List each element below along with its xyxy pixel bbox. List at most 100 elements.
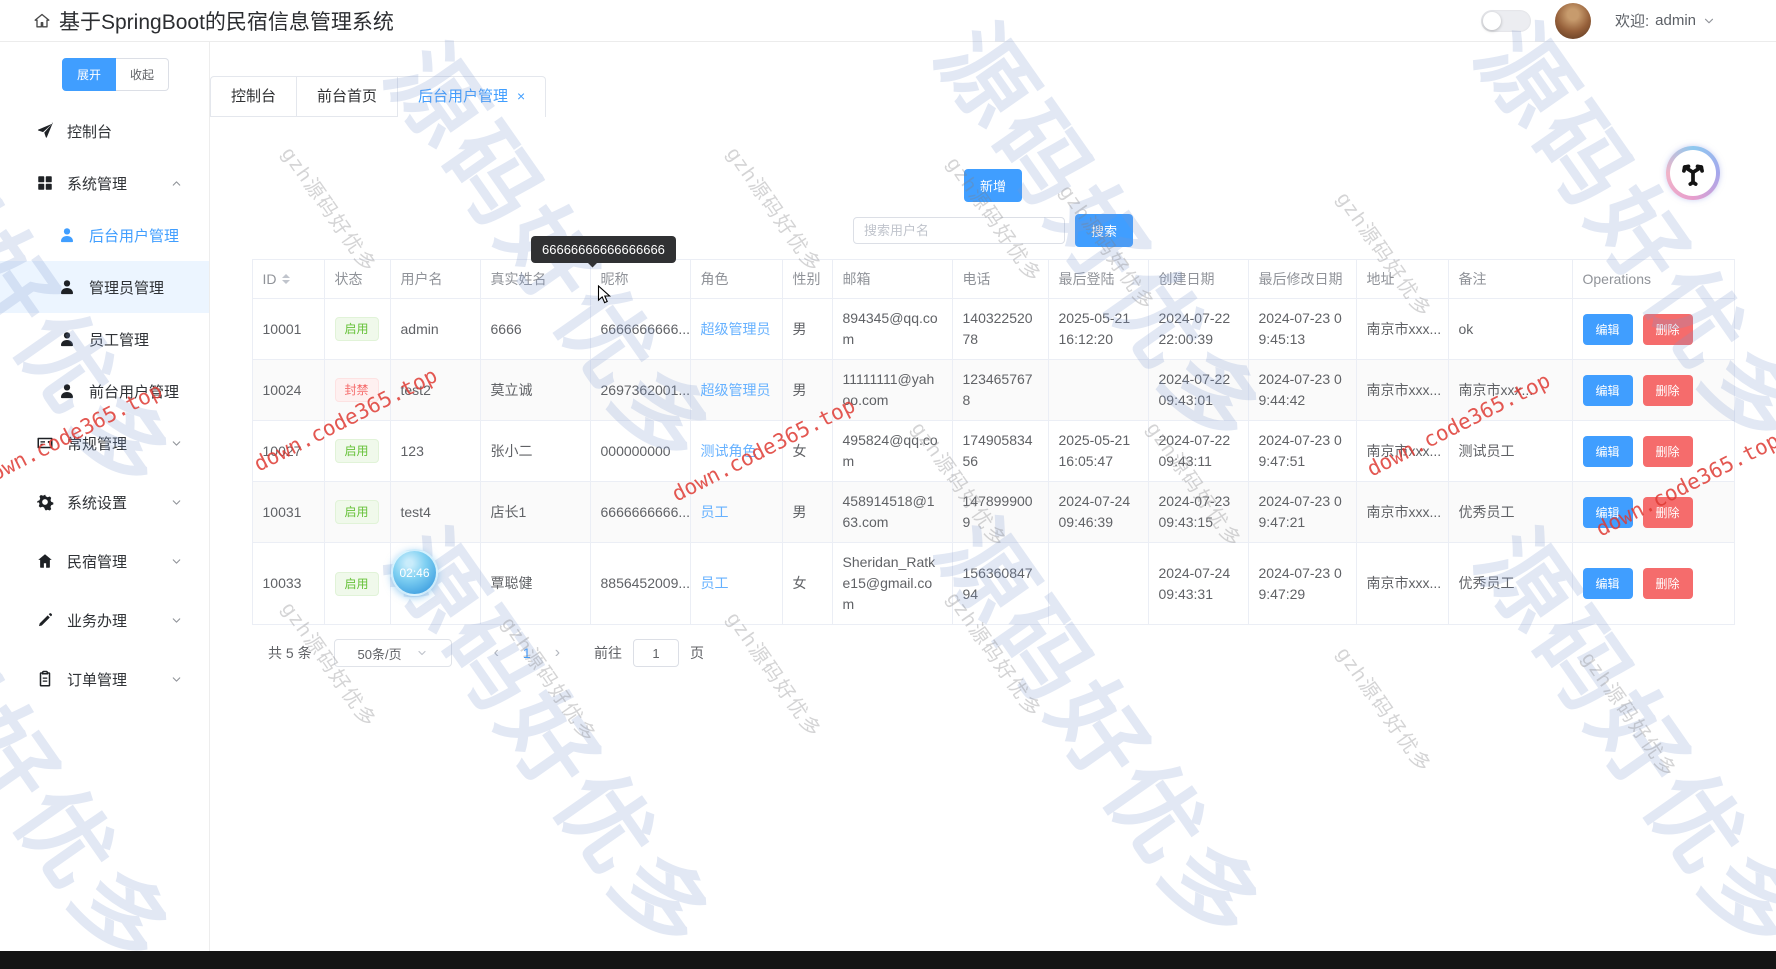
sidebar-item-label: 员工管理 [89,329,149,350]
goto-page-input[interactable] [633,639,679,667]
table-row: 10033启用test6覃聪健8856452009...员工女Sheridan_… [252,543,1734,625]
cell-id: 10027 [252,421,324,482]
cell-address: 南京市xxx... [1356,421,1448,482]
edit-button[interactable]: 编辑 [1583,375,1633,406]
toggle-knob [1483,12,1501,30]
sidebar-item-label: 常规管理 [67,433,127,454]
cell-nickname: 8856452009... [590,543,690,625]
table-row: 10001启用admin66666666666666...超级管理员男89434… [252,299,1734,360]
clipboard-icon [36,670,54,688]
table-row: 10024封禁test2莫立诚2697362001...超级管理员男111111… [252,360,1734,421]
next-page-button[interactable]: › [555,645,560,661]
sort-icon[interactable] [282,270,290,288]
column-header-id[interactable]: ID [252,260,324,299]
sidebar-item-console[interactable]: 控制台 [0,105,209,157]
cell-modified: 2024-07-23 09:44:42 [1248,360,1356,421]
edit-button[interactable]: 编辑 [1583,436,1633,467]
sidebar-item-order-management[interactable]: 订单管理 [0,653,209,705]
sidebar-item-label: 控制台 [67,121,112,142]
sidebar-item-frontend-user-management[interactable]: 前台用户管理 [0,365,209,417]
role-link[interactable]: 员工 [701,575,729,591]
user-table: ID状态用户名真实姓名昵称角色性别邮箱电话最后登陆创建日期最后修改日期地址备注O… [252,259,1735,625]
welcome-label: 欢迎: [1615,10,1649,31]
column-header-gender: 性别 [782,260,832,299]
role-link[interactable]: 超级管理员 [701,382,771,398]
app-title-text: 基于SpringBoot的民宿信息管理系统 [59,6,394,36]
edit-button[interactable]: 编辑 [1583,568,1633,599]
cell-last_login [1048,360,1148,421]
chevron-down-icon [170,614,183,627]
top-header: 基于SpringBoot的民宿信息管理系统 欢迎: admin [0,0,1776,42]
user-menu[interactable]: 欢迎: admin [1615,10,1716,31]
sidebar-item-system-settings[interactable]: 系统设置 [0,476,209,528]
sidebar-item-label: 系统设置 [67,492,127,513]
cell-gender: 男 [782,360,832,421]
role-link[interactable]: 测试角色 [701,443,757,459]
delete-button[interactable]: 删除 [1643,375,1693,406]
sidebar-item-label: 后台用户管理 [89,225,179,246]
edit-button[interactable]: 编辑 [1583,314,1633,345]
cell-gender: 女 [782,421,832,482]
status-badge: 启用 [335,500,379,524]
delete-button[interactable]: 删除 [1643,314,1693,345]
chevron-down-icon [1702,14,1716,28]
edit-button[interactable]: 编辑 [1583,497,1633,528]
role-link[interactable]: 超级管理员 [701,321,771,337]
gear-icon [36,493,54,511]
column-header-realname: 真实姓名 [480,260,590,299]
cell-created: 2024-07-23 09:43:15 [1148,482,1248,543]
cell-note: ok [1448,299,1572,360]
sidebar-item-admin-management[interactable]: 管理员管理 [0,261,209,313]
search-button[interactable]: 搜索 [1075,214,1133,247]
cell-created: 2024-07-22 22:00:39 [1148,299,1248,360]
tab-frontend-home[interactable]: 前台首页 [297,76,398,116]
status-badge: 启用 [335,317,379,341]
page-size-select[interactable]: 50条/页 [334,639,452,667]
pagination-total: 共 5 条 [268,643,312,663]
column-header-created: 创建日期 [1148,260,1248,299]
cell-gender: 男 [782,482,832,543]
close-icon[interactable]: × [517,88,525,104]
column-header-phone: 电话 [952,260,1048,299]
tab-backend-user-management[interactable]: 后台用户管理× [398,76,546,116]
cell-email: 11111111@yahoo.com [832,360,952,421]
sidebar-item-staff-management[interactable]: 员工管理 [0,313,209,365]
sidebar-item-general-management[interactable]: 常规管理 [0,417,209,469]
search-input[interactable] [853,217,1065,244]
add-button[interactable]: 新增 [964,169,1022,202]
delete-button[interactable]: 删除 [1643,568,1693,599]
tab-console[interactable]: 控制台 [210,76,297,116]
page-number-1[interactable]: 1 [523,645,531,661]
column-header-email: 邮箱 [832,260,952,299]
role-link[interactable]: 员工 [701,504,729,520]
delete-button[interactable]: 删除 [1643,497,1693,528]
collapse-button[interactable]: 收起 [116,58,169,91]
cell-note: 南京市xxx... [1448,360,1572,421]
cell-email: 495824@qq.com [832,421,952,482]
sidebar-menu: 控制台系统管理后台用户管理管理员管理员工管理前台用户管理常规管理系统设置民宿管理… [0,105,209,705]
cell-phone: 15636084794 [952,543,1048,625]
prev-page-button[interactable]: ‹ [494,645,499,661]
theme-toggle[interactable] [1481,10,1531,32]
cell-nickname: 6666666666... [590,482,690,543]
sidebar-item-label: 前台用户管理 [89,381,179,402]
table-header-row: ID状态用户名真实姓名昵称角色性别邮箱电话最后登陆创建日期最后修改日期地址备注O… [252,260,1734,299]
cell-created: 2024-07-22 09:43:11 [1148,421,1248,482]
column-header-last_login: 最后登陆 [1048,260,1148,299]
cell-id: 10001 [252,299,324,360]
cell-id: 10033 [252,543,324,625]
user-icon [58,226,76,244]
expand-button[interactable]: 展开 [62,58,116,91]
sidebar-item-business-handling[interactable]: 业务办理 [0,594,209,646]
sidebar-item-backend-user-management[interactable]: 后台用户管理 [0,209,209,261]
cell-modified: 2024-07-23 09:47:21 [1248,482,1356,543]
cell-realname: 覃聪健 [480,543,590,625]
cell-realname: 店长1 [480,482,590,543]
sidebar-item-homestay-management[interactable]: 民宿管理 [0,535,209,587]
avatar[interactable] [1555,3,1591,39]
delete-button[interactable]: 删除 [1643,436,1693,467]
cell-last_login [1048,543,1148,625]
tooltip: 66666666666666666 [531,236,676,263]
sidebar-item-system-management[interactable]: 系统管理 [0,157,209,209]
home-icon [32,11,52,31]
